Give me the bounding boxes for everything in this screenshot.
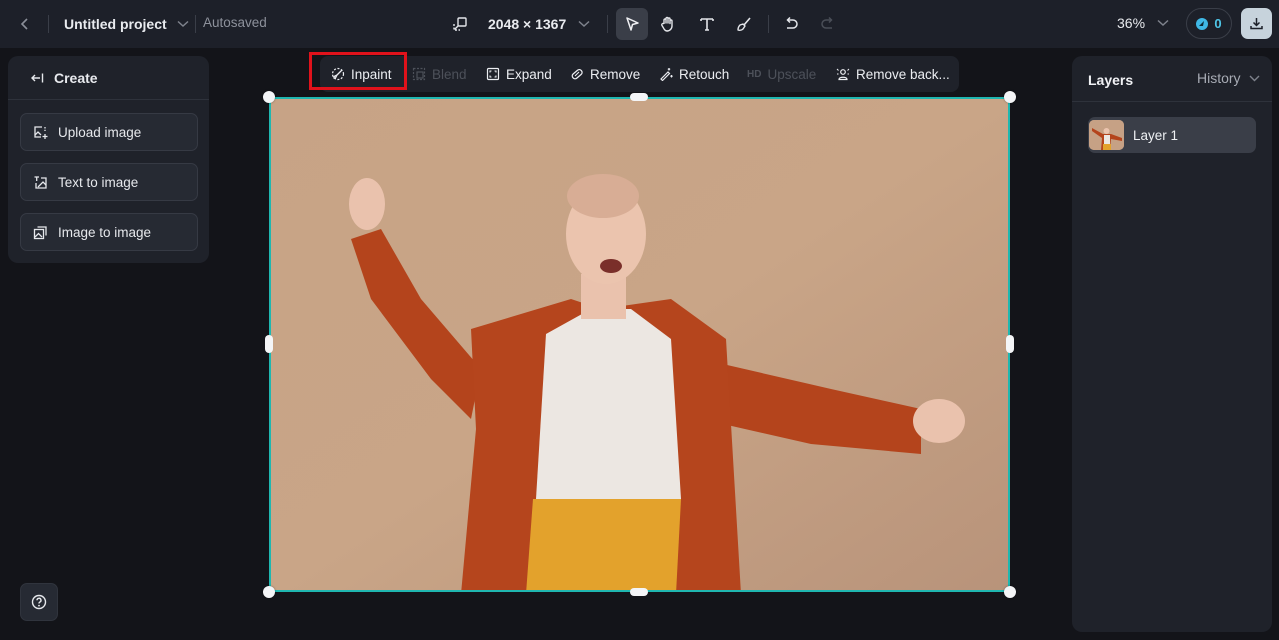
layers-panel-header: Layers History xyxy=(1072,56,1272,102)
resize-handle-left[interactable] xyxy=(265,335,273,353)
zoom-dropdown[interactable]: 36% xyxy=(1117,15,1169,31)
top-bar: Untitled project Autosaved 2048 × 1367 3… xyxy=(0,0,1279,48)
text-tool-button[interactable] xyxy=(691,8,723,40)
resize-handle-top-left[interactable] xyxy=(263,91,275,103)
divider xyxy=(768,15,769,33)
divider xyxy=(607,15,608,33)
credits-button[interactable]: 0 xyxy=(1186,8,1232,39)
resize-icon xyxy=(453,17,467,31)
remove-background-icon xyxy=(836,68,850,81)
divider xyxy=(48,15,49,33)
expand-icon xyxy=(486,67,500,81)
expand-label: Expand xyxy=(506,66,552,82)
chevron-down-icon xyxy=(177,20,189,28)
text-to-image-label: Text to image xyxy=(58,174,139,190)
upscale-label: Upscale xyxy=(767,66,817,82)
retouch-label: Retouch xyxy=(679,66,730,82)
tab-layers[interactable]: Layers xyxy=(1088,72,1133,88)
project-title-dropdown[interactable]: Untitled project xyxy=(64,14,189,34)
hd-badge: HD xyxy=(747,68,762,80)
photo-illustration xyxy=(271,99,1008,590)
chevron-left-icon xyxy=(20,18,28,30)
collapse-left-icon xyxy=(31,73,44,82)
eraser-icon xyxy=(571,69,583,80)
redo-button[interactable] xyxy=(812,8,844,40)
create-panel: Create Upload image Text to image Image … xyxy=(8,56,209,263)
brush-tool-button[interactable] xyxy=(728,8,760,40)
retouch-button[interactable]: Retouch xyxy=(659,56,729,92)
chevron-down-icon xyxy=(1249,75,1260,81)
brush-icon xyxy=(737,17,751,31)
select-tool-button[interactable] xyxy=(616,8,648,40)
undo-button[interactable] xyxy=(775,8,807,40)
text-icon xyxy=(700,18,714,31)
text-to-image-icon xyxy=(34,175,47,189)
magic-wand-icon xyxy=(660,68,673,81)
download-button[interactable] xyxy=(1241,8,1272,39)
canvas-size-dropdown[interactable]: 2048 × 1367 xyxy=(452,13,590,35)
help-icon xyxy=(31,594,47,610)
redo-icon xyxy=(821,16,833,29)
project-title: Untitled project xyxy=(64,16,167,32)
layers-panel: Layers History Layer 1 xyxy=(1072,56,1272,632)
resize-handle-bottom-right[interactable] xyxy=(1004,586,1016,598)
create-panel-title: Create xyxy=(54,69,98,86)
upload-image-button[interactable]: Upload image xyxy=(20,113,198,151)
upscale-button[interactable]: HD Upscale xyxy=(747,56,816,92)
zoom-level: 36% xyxy=(1117,15,1146,31)
create-panel-header[interactable]: Create xyxy=(8,56,209,100)
resize-handle-top[interactable] xyxy=(630,93,648,101)
blend-icon xyxy=(412,67,426,81)
image-to-image-label: Image to image xyxy=(58,224,152,240)
canvas-size: 2048 × 1367 xyxy=(488,16,567,32)
resize-handle-bottom-left[interactable] xyxy=(263,586,275,598)
remove-background-label: Remove back... xyxy=(856,66,950,82)
credits-count: 0 xyxy=(1214,16,1222,31)
hand-icon xyxy=(661,16,673,32)
pointer-icon xyxy=(626,17,639,31)
history-label: History xyxy=(1197,70,1241,86)
upload-image-icon xyxy=(34,125,48,139)
text-to-image-button[interactable]: Text to image xyxy=(20,163,198,201)
credits-icon xyxy=(1196,17,1209,30)
divider xyxy=(195,15,196,33)
remove-background-button[interactable]: Remove back... xyxy=(836,56,950,92)
download-icon xyxy=(1250,18,1263,30)
resize-handle-right[interactable] xyxy=(1006,335,1014,353)
chevron-down-icon xyxy=(578,20,590,28)
remove-label: Remove xyxy=(590,66,641,82)
resize-handle-bottom[interactable] xyxy=(630,588,648,596)
remove-button[interactable]: Remove xyxy=(570,56,640,92)
layer-thumbnail xyxy=(1089,120,1124,150)
image-to-image-button[interactable]: Image to image xyxy=(20,213,198,251)
layer-name: Layer 1 xyxy=(1133,127,1179,143)
chevron-down-icon xyxy=(1157,19,1169,27)
expand-button[interactable]: Expand xyxy=(486,56,552,92)
save-status: Autosaved xyxy=(203,15,267,30)
upload-image-label: Upload image xyxy=(58,124,142,140)
blend-label: Blend xyxy=(432,66,467,82)
back-button[interactable] xyxy=(16,14,34,34)
resize-handle-top-right[interactable] xyxy=(1004,91,1016,103)
help-button[interactable] xyxy=(20,583,58,621)
image-to-image-icon xyxy=(33,225,47,239)
inpaint-highlight-box xyxy=(309,52,407,90)
layer-item[interactable]: Layer 1 xyxy=(1088,117,1256,153)
canvas-image[interactable] xyxy=(269,97,1010,592)
tab-history[interactable]: History xyxy=(1197,70,1260,86)
blend-button[interactable]: Blend xyxy=(412,56,467,92)
image-action-toolbar: Inpaint Blend Expand Remove Retouch HD U… xyxy=(320,56,959,92)
hand-tool-button[interactable] xyxy=(652,8,684,40)
undo-icon xyxy=(786,16,798,29)
